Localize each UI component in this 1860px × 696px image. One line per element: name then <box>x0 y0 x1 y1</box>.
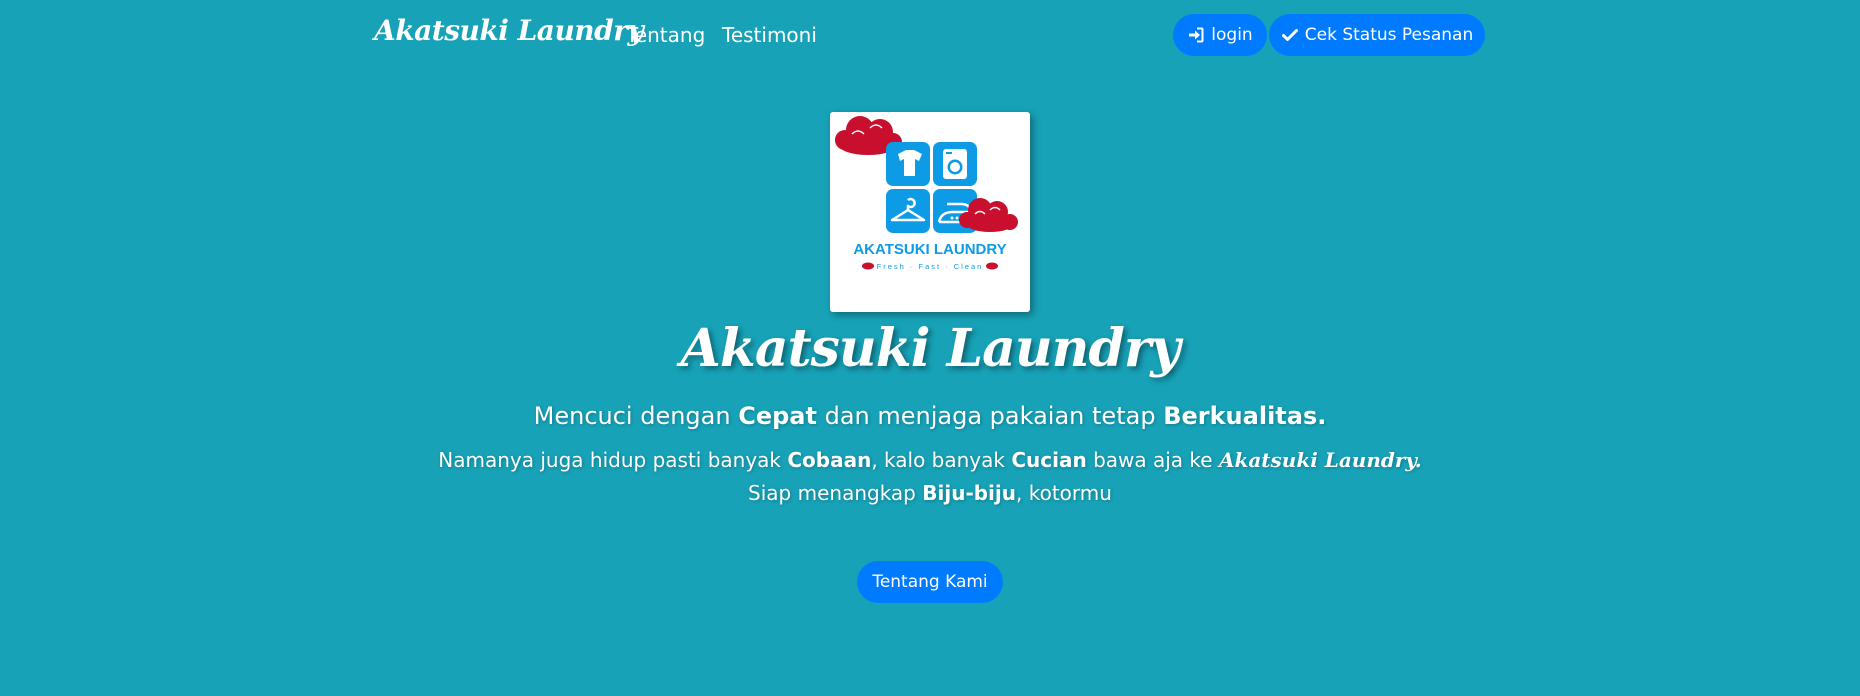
logo-image: AKATSUKI LAUNDRY Fresh · Fast · Clean <box>830 112 1030 312</box>
login-button[interactable]: login <box>1173 14 1267 56</box>
check-order-status-label: Cek Status Pesanan <box>1304 25 1474 45</box>
hero-title: Akatsuki Laundry <box>680 318 1181 379</box>
navbar: Akatsuki Laundry Tentang Testimoni login… <box>0 0 1860 70</box>
navbar-brand[interactable]: Akatsuki Laundry <box>374 14 644 47</box>
description-emphasis: Cobaan <box>787 448 872 472</box>
tagline-emphasis: Berkualitas. <box>1163 402 1327 430</box>
nav-link-testimoni[interactable]: Testimoni <box>722 23 817 47</box>
t-shirt-icon <box>886 142 930 186</box>
check-icon <box>1281 26 1299 44</box>
description-text: Namanya juga hidup pasti banyak <box>438 448 788 472</box>
tagline-text: Mencuci dengan <box>533 402 739 430</box>
login-label: login <box>1211 25 1253 45</box>
description-text: Siap menangkap <box>748 481 923 505</box>
description-emphasis: Biju-biju <box>922 481 1017 505</box>
description-text: bawa aja ke <box>1086 448 1219 472</box>
check-order-status-button[interactable]: Cek Status Pesanan <box>1269 14 1485 56</box>
logo-title: AKATSUKI LAUNDRY <box>853 241 1006 258</box>
akatsuki-laundry-logo: AKATSUKI LAUNDRY Fresh · Fast · Clean <box>835 116 1018 271</box>
nav-link-tentang[interactable]: Tentang <box>626 23 705 47</box>
description-text: , kotormu <box>1016 481 1112 505</box>
tagline-text: dan menjaga pakaian tetap <box>816 402 1164 430</box>
logo-subtitle: Fresh · Fast · Clean <box>877 262 984 271</box>
description-emphasis: Cucian <box>1011 448 1087 472</box>
description-brand: Akatsuki Laundry. <box>1218 448 1422 472</box>
hero-description-line-1: Namanya juga hidup pasti banyak Cobaan, … <box>0 448 1860 472</box>
tagline-emphasis: Cepat <box>738 402 817 430</box>
sign-in-icon <box>1187 26 1205 44</box>
description-text: , kalo banyak <box>871 448 1012 472</box>
hanger-icon <box>886 189 930 233</box>
washing-machine-icon <box>933 142 977 186</box>
hero-tagline: Mencuci dengan Cepat dan menjaga pakaian… <box>0 402 1860 430</box>
about-us-button[interactable]: Tentang Kami <box>857 561 1003 603</box>
hero-description-line-2: Siap menangkap Biju-biju, kotormu <box>0 481 1860 505</box>
